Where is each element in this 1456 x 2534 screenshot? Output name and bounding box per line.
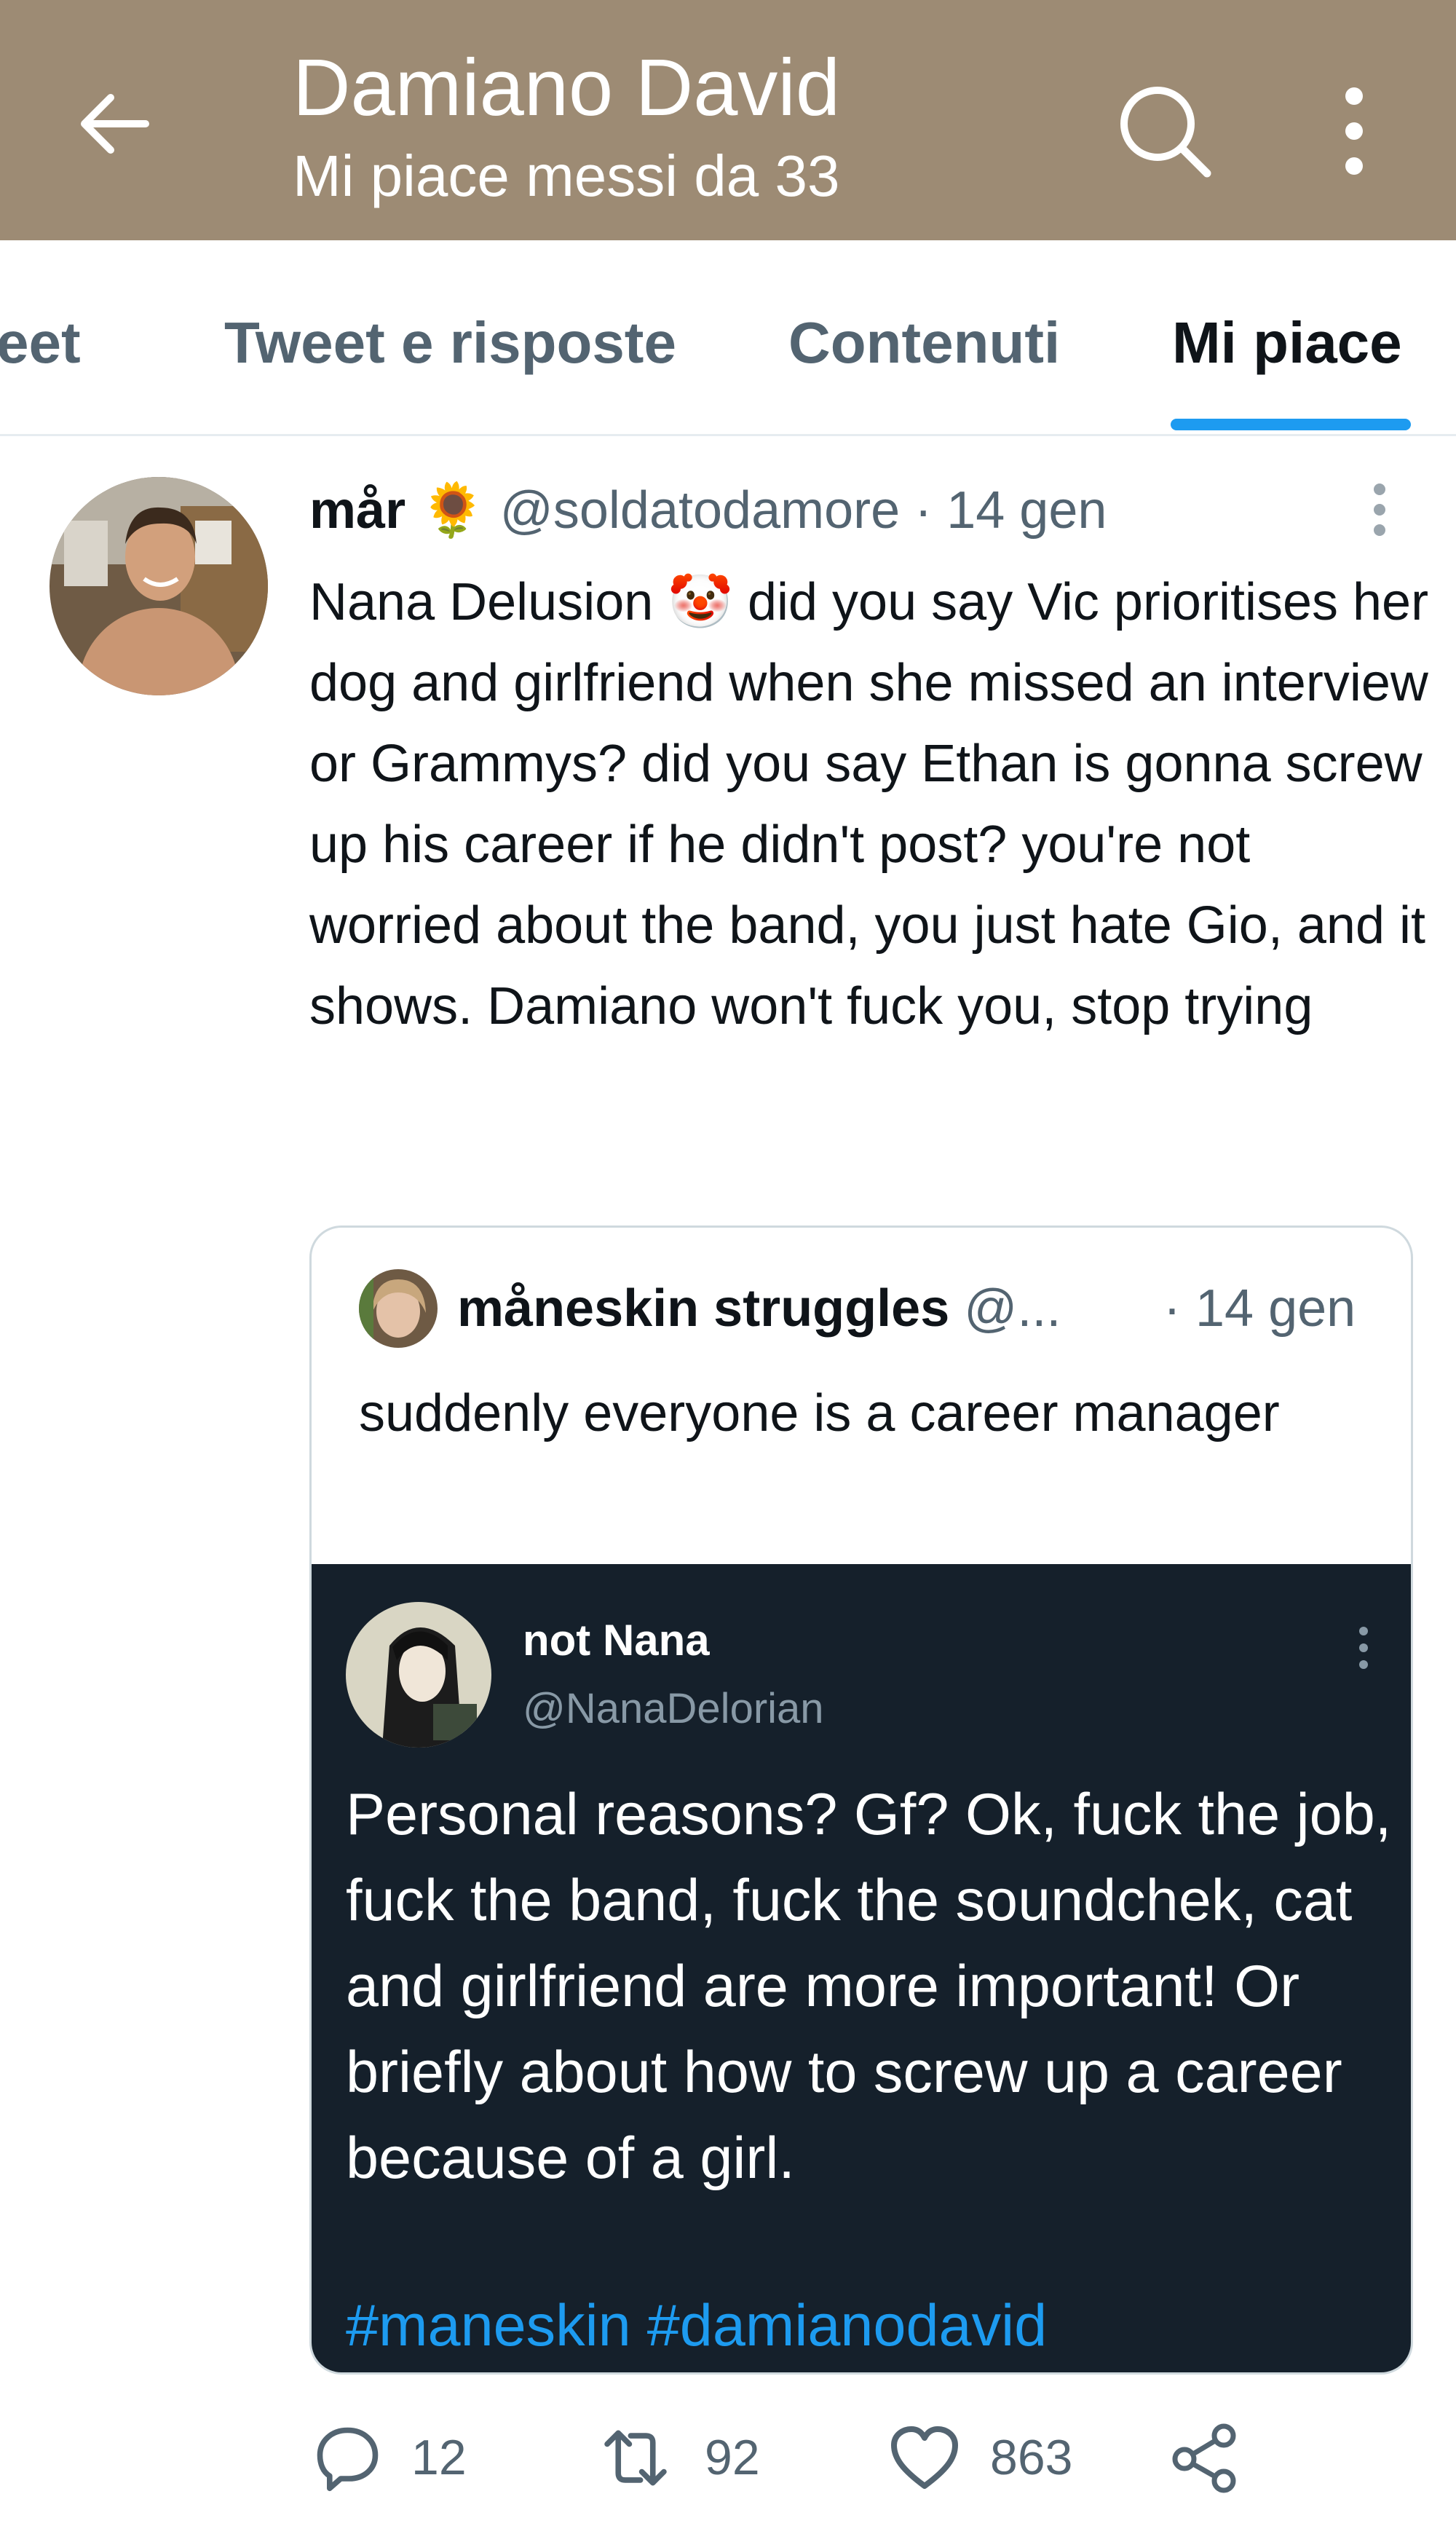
share-button[interactable] — [1168, 2421, 1241, 2494]
active-tab-indicator — [1171, 419, 1411, 430]
share-icon — [1172, 2423, 1236, 2493]
retweet-count: 92 — [705, 2430, 760, 2485]
hashtag-link: #maneskin — [346, 2293, 631, 2359]
author-name[interactable]: mår — [309, 481, 405, 540]
likes-count-subtitle: Mi piace messi da 33 — [293, 143, 840, 208]
like-count: 863 — [990, 2430, 1073, 2485]
tweet-author-line: mår 🌻 @soldatodamore · 14 gen — [309, 481, 1107, 541]
more-vertical-icon — [1359, 1627, 1368, 1669]
reply-button[interactable]: 12 — [313, 2421, 467, 2494]
retweet-button[interactable]: 92 — [596, 2421, 760, 2494]
more-vertical-icon — [1374, 483, 1385, 536]
quoted-author-name[interactable]: måneskin struggles — [457, 1279, 949, 1338]
search-icon — [1120, 87, 1211, 178]
more-vertical-icon — [1345, 87, 1363, 175]
quoted-author-handle[interactable]: @... — [964, 1279, 1061, 1338]
profile-name: Damiano David — [293, 43, 841, 133]
search-button[interactable] — [1114, 80, 1216, 182]
tweet-date[interactable]: 14 gen — [946, 481, 1107, 540]
tweet-text-body: did you say Vic prioritises her dog and … — [309, 573, 1429, 1035]
embedded-options — [1349, 1622, 1378, 1673]
embedded-author-name: not Nana — [523, 1616, 710, 1665]
back-button[interactable] — [73, 80, 160, 167]
more-options-button[interactable] — [1325, 84, 1383, 178]
embedded-text: Personal reasons? Gf? Ok, fuck the job, … — [346, 1782, 1392, 2191]
quoted-date[interactable]: · 14 gen — [1163, 1279, 1356, 1339]
clown-emoji-icon: 🤡 — [668, 573, 733, 631]
tab-contenuti[interactable]: Contenuti — [788, 309, 1060, 376]
reply-icon — [317, 2427, 379, 2491]
embedded-hashtags: #maneskin #damianodavid — [346, 2292, 1063, 2360]
profile-tabs: eet Tweet e risposte Contenuti Mi piace — [0, 240, 1456, 436]
tweet-options-button[interactable] — [1358, 481, 1401, 539]
profile-header: Damiano David Mi piace messi da 33 — [0, 0, 1456, 240]
reply-count: 12 — [411, 2430, 467, 2485]
embedded-screenshot[interactable]: not Nana @NanaDelorian Personal reasons?… — [312, 1564, 1411, 2372]
quoted-author-line: måneskin struggles @... — [457, 1279, 1061, 1339]
sunflower-emoji-icon: 🌻 — [420, 481, 486, 540]
embedded-author-handle: @NanaDelorian — [523, 1685, 824, 1732]
tab-mi-piace[interactable]: Mi piace — [1172, 309, 1402, 376]
tab-tweet[interactable]: eet — [0, 309, 81, 376]
quoted-text: suddenly everyone is a career manager — [359, 1384, 1280, 1442]
author-handle[interactable]: @soldatodamore — [500, 481, 900, 540]
arrow-left-icon — [81, 94, 149, 154]
heart-icon — [891, 2426, 958, 2489]
quoted-avatar[interactable] — [359, 1269, 438, 1348]
embedded-avatar — [346, 1602, 491, 1748]
quoted-tweet[interactable]: måneskin struggles @... · 14 gen suddenl… — [309, 1225, 1413, 2375]
tweet-text: Nana Delusion 🤡 did you say Vic prioriti… — [309, 562, 1431, 1047]
retweet-icon — [604, 2430, 667, 2485]
avatar[interactable] — [50, 477, 268, 695]
like-button[interactable]: 863 — [888, 2421, 1072, 2494]
tab-tweet-e-risposte[interactable]: Tweet e risposte — [224, 309, 676, 376]
hashtag-link: #damianodavid — [646, 2293, 1048, 2359]
tweet-actions: 12 92 863 — [0, 2410, 1456, 2505]
tweet-text-lead: Nana Delusion — [309, 573, 654, 631]
separator-dot: · — [914, 481, 933, 540]
